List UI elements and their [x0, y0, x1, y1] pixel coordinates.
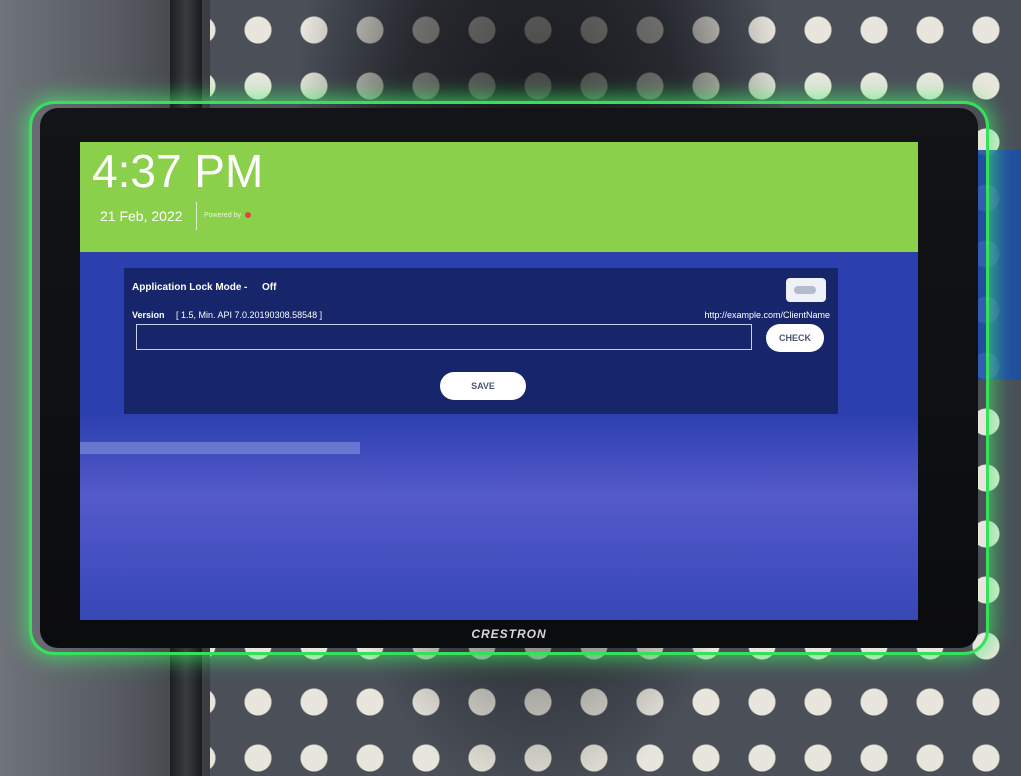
brand-label: CRESTRON	[471, 627, 547, 641]
url-input[interactable]	[136, 324, 752, 350]
touch-panel-device: 4:37 PM 21 Feb, 2022 Powered by Applicat…	[40, 108, 978, 648]
device-screen: 4:37 PM 21 Feb, 2022 Powered by Applicat…	[80, 142, 918, 620]
vendor-logo-icon	[244, 212, 251, 219]
lock-mode-value: Off	[262, 282, 277, 293]
version-value: [ 1.5, Min. API 7.0.20190308.58548 ]	[176, 310, 323, 320]
version-label: Version	[132, 310, 165, 320]
lock-mode-label: Application Lock Mode	[132, 282, 242, 293]
status-header: 4:37 PM 21 Feb, 2022 Powered by	[80, 142, 918, 252]
powered-by-text: Powered by	[204, 212, 241, 219]
lock-mode-separator: -	[244, 282, 248, 293]
lock-mode-toggle[interactable]	[786, 278, 826, 302]
check-button[interactable]: CHECK	[766, 324, 824, 352]
url-hint: http://example.com/ClientName	[704, 310, 830, 320]
powered-by-logo: Powered by	[204, 212, 253, 219]
header-divider	[196, 202, 197, 230]
glass-reflection-streak	[80, 442, 360, 454]
clock-date: 21 Feb, 2022	[100, 208, 183, 224]
settings-panel: Application Lock Mode - Off Version [ 1.…	[124, 268, 838, 414]
toggle-knob	[794, 286, 816, 294]
clock-time: 4:37 PM	[92, 145, 264, 197]
save-button[interactable]: SAVE	[440, 372, 526, 400]
